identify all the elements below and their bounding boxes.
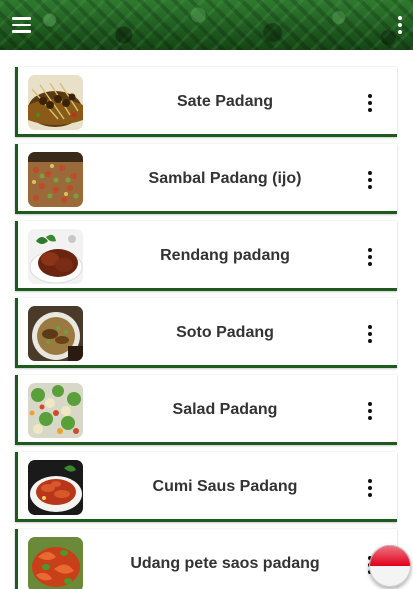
cumi-saus-padang-photo: [28, 460, 83, 515]
recipe-list: Sate Padang Sambal Padang (ijo) Rendang …: [15, 67, 397, 589]
recipe-title: Udang pete saos padang: [130, 555, 320, 572]
app-bar: [0, 0, 413, 50]
recipe-card-sambal-padang[interactable]: Sambal Padang (ijo): [15, 144, 397, 214]
recipe-title: Sambal Padang (ijo): [148, 170, 302, 187]
more-vert-icon[interactable]: [365, 94, 375, 112]
more-vert-icon[interactable]: [393, 13, 407, 37]
indonesia-flag-icon[interactable]: [369, 545, 411, 587]
udang-pete-saos-padang-photo: [28, 537, 83, 589]
recipe-card-cumi-saus-padang[interactable]: Cumi Saus Padang: [15, 452, 397, 522]
more-vert-icon[interactable]: [365, 402, 375, 420]
recipe-card-salad-padang[interactable]: Salad Padang: [15, 375, 397, 445]
sambal-padang-photo: [28, 152, 83, 207]
rendang-padang-photo: [28, 229, 83, 284]
recipe-card-sate-padang[interactable]: Sate Padang: [15, 67, 397, 137]
more-vert-icon[interactable]: [365, 248, 375, 266]
recipe-card-udang-pete-saos-padang[interactable]: Udang pete saos padang: [15, 529, 397, 589]
recipe-title: Rendang padang: [160, 247, 290, 264]
sate-padang-photo: [28, 75, 83, 130]
more-vert-icon[interactable]: [365, 325, 375, 343]
soto-padang-photo: [28, 306, 83, 361]
recipe-card-rendang-padang[interactable]: Rendang padang: [15, 221, 397, 291]
recipe-title: Cumi Saus Padang: [152, 478, 298, 495]
recipe-title: Soto Padang: [176, 324, 274, 341]
salad-padang-photo: [28, 383, 83, 438]
more-vert-icon[interactable]: [365, 171, 375, 189]
recipe-title: Sate Padang: [176, 93, 274, 110]
recipe-title: Salad Padang: [172, 401, 278, 418]
hamburger-menu-icon[interactable]: [12, 13, 36, 37]
more-vert-icon[interactable]: [365, 479, 375, 497]
recipe-card-soto-padang[interactable]: Soto Padang: [15, 298, 397, 368]
